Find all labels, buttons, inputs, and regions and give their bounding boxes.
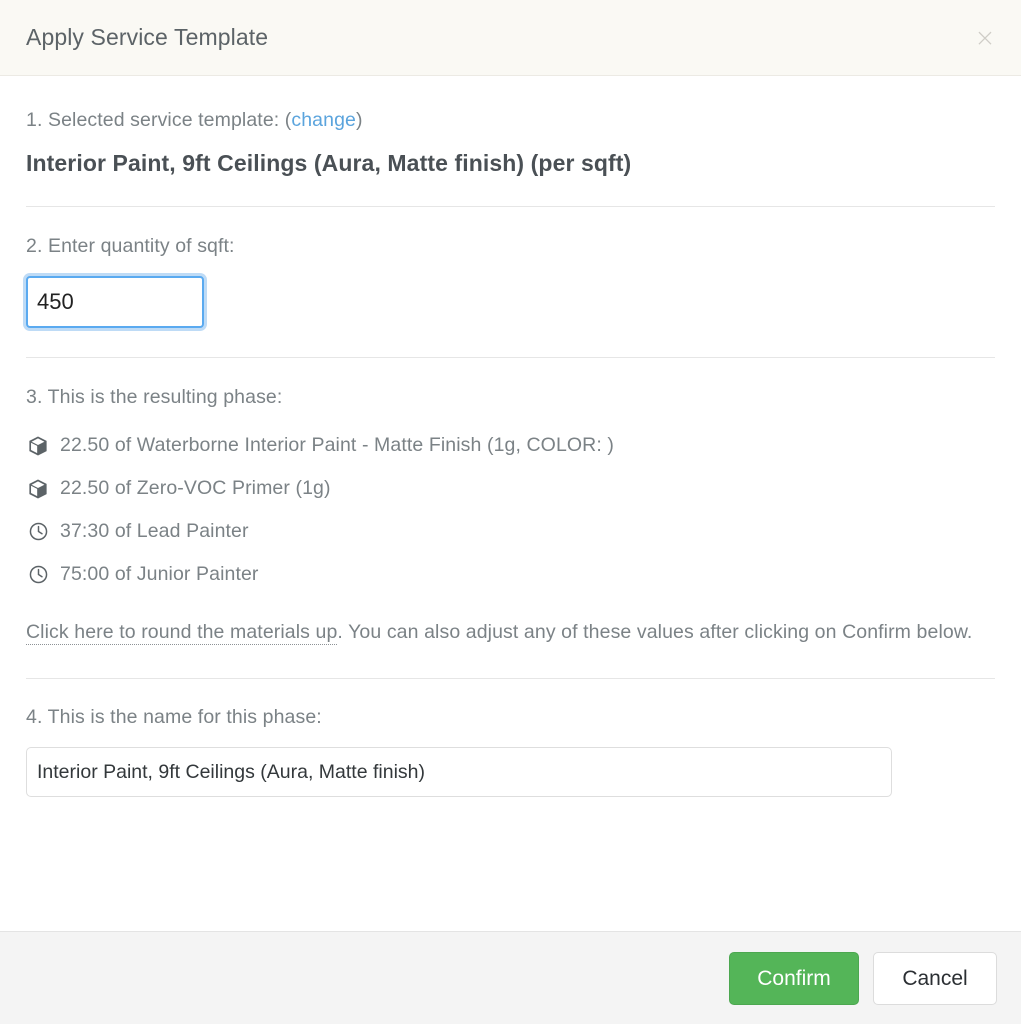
change-template-link[interactable]: change <box>291 109 356 131</box>
box-icon <box>26 434 50 458</box>
dialog-body: 1. Selected service template: (change) I… <box>0 76 1021 931</box>
clock-icon <box>26 563 50 587</box>
list-item: 22.50 of Waterborne Interior Paint - Mat… <box>26 424 995 467</box>
list-item: 37:30 of Lead Painter <box>26 510 995 553</box>
list-item-label: 22.50 of Zero-VOC Primer (1g) <box>60 477 331 499</box>
phase-item-list: 22.50 of Waterborne Interior Paint - Mat… <box>26 424 995 596</box>
step-2-label: 2. Enter quantity of sqft: <box>26 235 235 257</box>
list-item-label: 37:30 of Lead Painter <box>60 520 249 542</box>
list-item-label: 75:00 of Junior Painter <box>60 563 259 585</box>
step-1-section: 1. Selected service template: (change) I… <box>26 76 995 177</box>
close-icon[interactable]: × <box>971 24 999 52</box>
quantity-input[interactable] <box>26 276 204 328</box>
step-3-label: 3. This is the resulting phase: <box>26 386 283 408</box>
paren-close: ) <box>355 109 363 131</box>
dialog-header: Apply Service Template × <box>0 0 1021 76</box>
dialog-title: Apply Service Template <box>26 24 269 50</box>
cancel-button[interactable]: Cancel <box>873 951 997 1005</box>
step-4-section: 4. This is the name for this phase: <box>26 679 995 797</box>
dialog-footer: Confirm Cancel <box>0 931 1021 1024</box>
list-item: 22.50 of Zero-VOC Primer (1g) <box>26 467 995 510</box>
step-3-section: 3. This is the resulting phase: 22.50 of… <box>26 358 995 649</box>
list-item: 75:00 of Junior Painter <box>26 553 995 596</box>
round-materials-note-text: . You can also adjust any of these value… <box>337 621 973 643</box>
phase-name-input[interactable] <box>26 747 892 797</box>
quantity-input-wrapper <box>26 276 995 328</box>
step-2-section: 2. Enter quantity of sqft: <box>26 207 995 328</box>
apply-service-template-dialog: Apply Service Template × 1. Selected ser… <box>0 0 1021 1024</box>
box-icon <box>26 477 50 501</box>
selected-template-name: Interior Paint, 9ft Ceilings (Aura, Matt… <box>26 150 632 176</box>
clock-icon <box>26 520 50 544</box>
round-materials-note: Click here to round the materials up. Yo… <box>26 616 986 649</box>
step-1-label-text: 1. Selected service template: <box>26 109 285 131</box>
step-4-label: 4. This is the name for this phase: <box>26 706 322 728</box>
round-materials-up-link[interactable]: Click here to round the materials up <box>26 621 338 645</box>
step-1-label: 1. Selected service template: (change) <box>26 109 995 132</box>
confirm-button[interactable]: Confirm <box>729 951 859 1005</box>
list-item-label: 22.50 of Waterborne Interior Paint - Mat… <box>60 434 614 456</box>
